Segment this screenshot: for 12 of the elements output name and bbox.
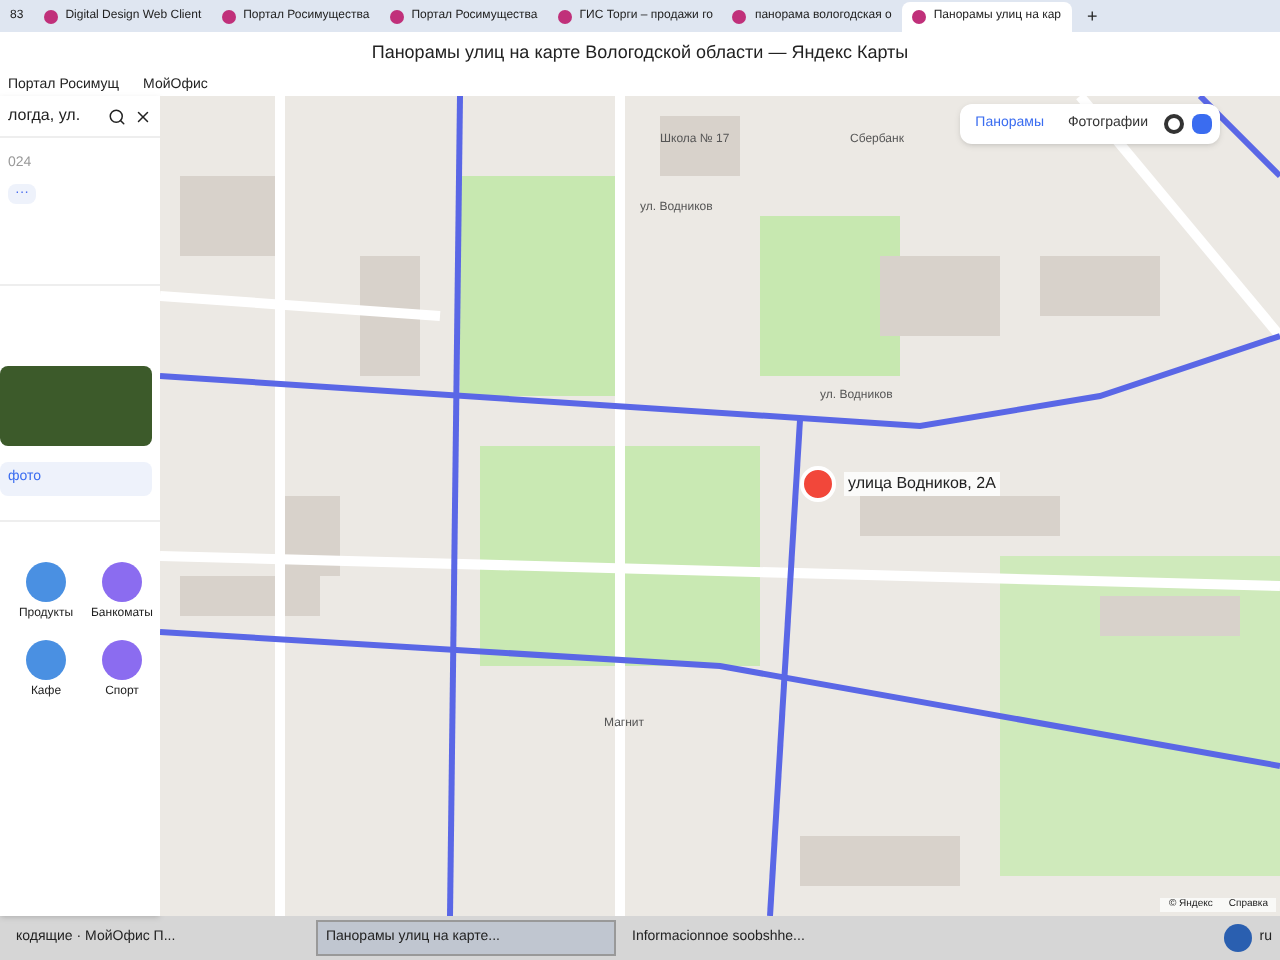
marker-label: улица Водников, 2А [844,472,1000,496]
new-tab-button[interactable]: + [1071,2,1114,32]
site-icon [43,10,58,24]
site-icon [221,10,236,24]
close-icon[interactable] [134,107,152,125]
site-icon [732,10,747,24]
search-icon[interactable] [108,107,126,125]
search-field[interactable]: логда, ул. [8,104,100,128]
window-title: Панорамы улиц на карте Вологодской области — Яндекс Карты [371,40,909,67]
site-icon [557,10,572,24]
site-icon [911,10,926,24]
site-icon [389,10,404,24]
